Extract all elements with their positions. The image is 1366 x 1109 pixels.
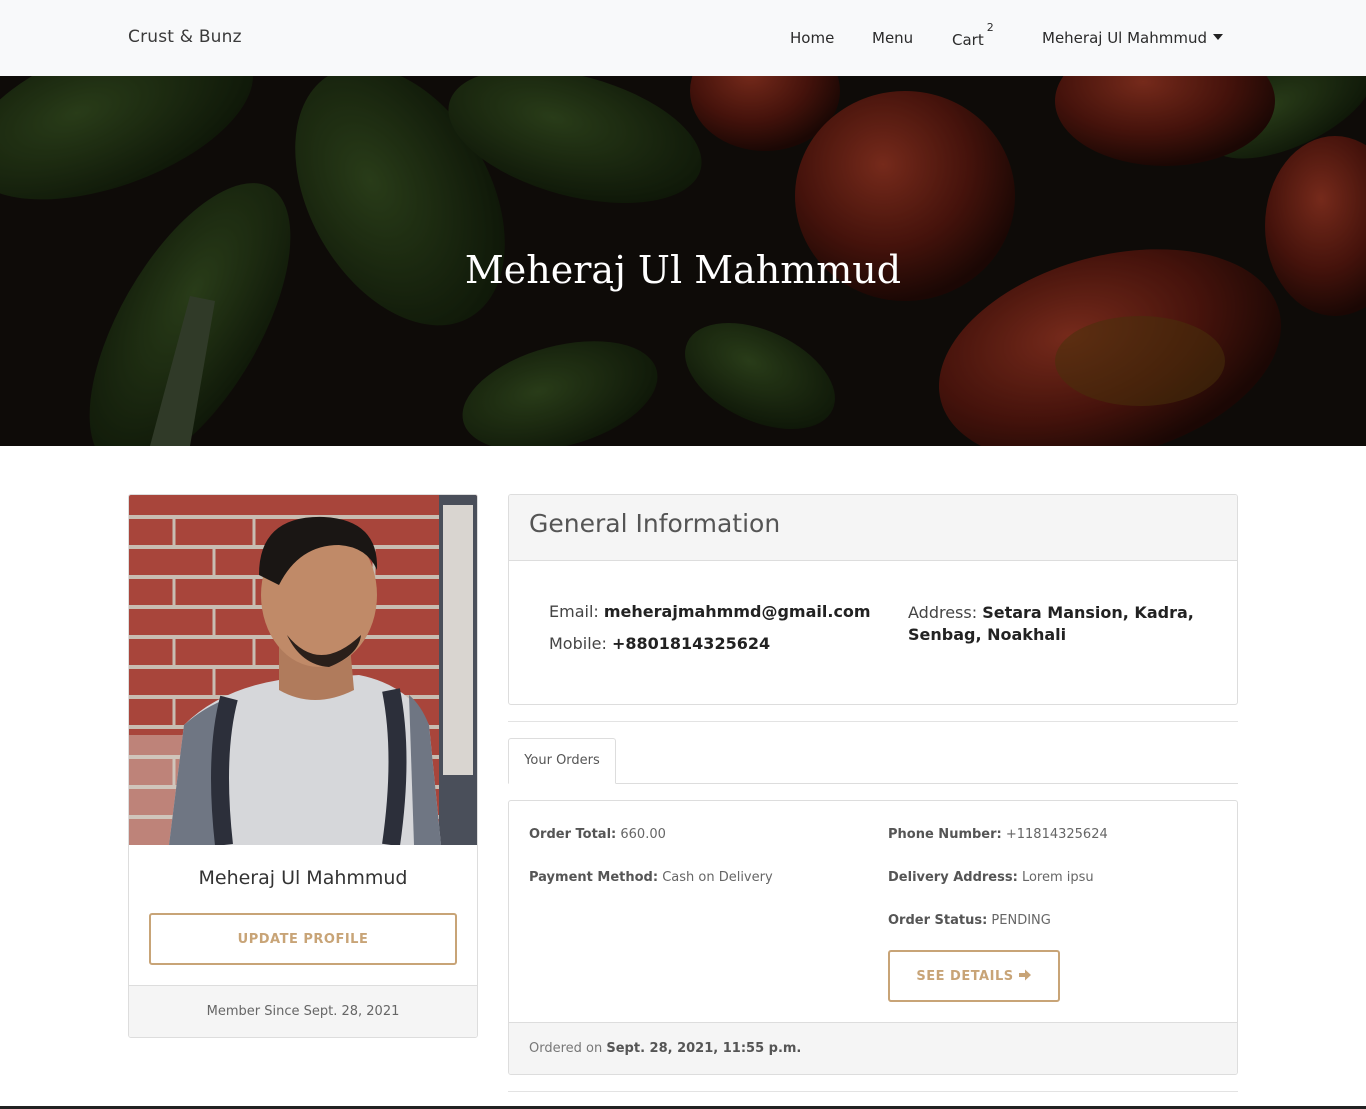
order-status-row: Order Status: PENDING — [888, 913, 1051, 928]
delivery-address-value: Lorem ipsu — [1021, 870, 1094, 885]
section-divider-bottom — [508, 1091, 1238, 1092]
delivery-address-label: Delivery Address: — [888, 870, 1018, 885]
tabs-baseline — [508, 783, 1238, 784]
profile-photo-image — [129, 495, 477, 845]
payment-method-value: Cash on Delivery — [662, 870, 773, 885]
email-value: meherajmahmmd@gmail.com — [603, 602, 871, 621]
section-divider — [508, 721, 1238, 722]
hero-title: Meheraj Ul Mahmmud — [464, 248, 902, 292]
phone-number-row: Phone Number: +11814325624 — [888, 827, 1108, 842]
navbar: Crust & Bunz Home Menu Cart2 Meheraj Ul … — [0, 0, 1366, 76]
update-profile-button[interactable]: UPDATE PROFILE — [149, 913, 457, 965]
profile-card: Meheraj Ul Mahmmud UPDATE PROFILE Member… — [128, 494, 478, 1038]
general-info-header: General Information — [509, 495, 1237, 561]
user-name-label: Meheraj Ul Mahmmud — [1042, 29, 1208, 47]
email-label: Email: — [549, 602, 599, 621]
mobile-label: Mobile: — [549, 634, 607, 653]
nav-cart-link[interactable]: Cart2 — [952, 21, 994, 49]
order-status-value: PENDING — [991, 913, 1051, 928]
caret-down-icon — [1213, 34, 1224, 40]
profile-photo — [129, 495, 477, 845]
see-details-button[interactable]: SEE DETAILS — [888, 950, 1060, 1002]
order-total-value: 660.00 — [620, 827, 666, 842]
nav-menu-link[interactable]: Menu — [872, 29, 913, 47]
ordered-on-label: Ordered on — [529, 1041, 603, 1056]
order-total-row: Order Total: 660.00 — [529, 827, 666, 842]
general-info-title: General Information — [529, 509, 781, 538]
email-row: Email: meherajmahmmd@gmail.com — [549, 602, 871, 621]
nav-home-link[interactable]: Home — [790, 29, 834, 47]
mobile-row: Mobile: +8801814325624 — [549, 634, 770, 653]
order-footer: Ordered on Sept. 28, 2021, 11:55 p.m. — [509, 1022, 1237, 1074]
order-total-label: Order Total: — [529, 827, 617, 842]
ordered-on-value: Sept. 28, 2021, 11:55 p.m. — [606, 1041, 802, 1056]
profile-name: Meheraj Ul Mahmmud — [198, 867, 408, 889]
cart-count-badge: 2 — [986, 21, 994, 34]
brand-logo[interactable]: Crust & Bunz — [128, 27, 242, 47]
tab-your-orders[interactable]: Your Orders — [508, 738, 616, 784]
hero-banner: Meheraj Ul Mahmmud — [0, 76, 1366, 446]
arrow-right-icon — [1018, 969, 1031, 981]
delivery-address-row: Delivery Address: Lorem ipsu — [888, 870, 1094, 885]
order-status-label: Order Status: — [888, 913, 988, 928]
payment-method-label: Payment Method: — [529, 870, 659, 885]
user-dropdown-toggle[interactable]: Meheraj Ul Mahmmud — [1042, 29, 1224, 47]
cart-label: Cart — [952, 31, 984, 49]
order-card: Order Total: 660.00 Payment Method: Cash… — [508, 800, 1238, 1075]
address-label: Address: — [908, 603, 978, 622]
ordered-on-row: Ordered on Sept. 28, 2021, 11:55 p.m. — [529, 1041, 801, 1056]
phone-number-value: +11814325624 — [1005, 827, 1108, 842]
payment-method-row: Payment Method: Cash on Delivery — [529, 870, 773, 885]
see-details-label: SEE DETAILS — [916, 969, 1014, 984]
phone-number-label: Phone Number: — [888, 827, 1002, 842]
general-info-card: General Information Email: meherajmahmmd… — [508, 494, 1238, 705]
mobile-value: +8801814325624 — [611, 634, 771, 653]
member-since-footer: Member Since Sept. 28, 2021 — [129, 985, 477, 1037]
address-row: Address: Setara Mansion, Kadra, Senbag, … — [908, 602, 1208, 646]
